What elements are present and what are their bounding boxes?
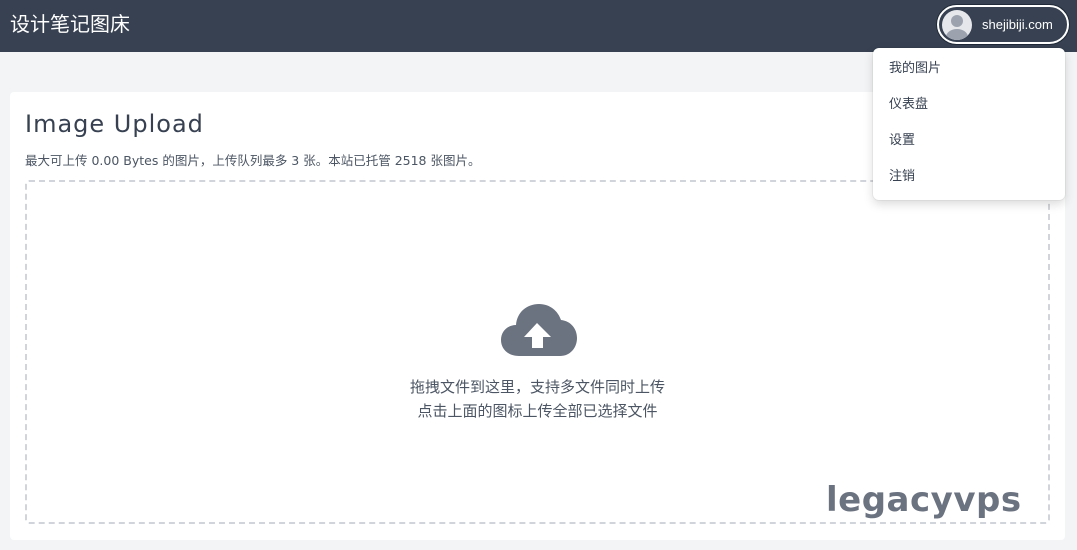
upload-limits-text: 最大可上传 0.00 Bytes 的图片，上传队列最多 3 张。本站已托管 25… (25, 153, 481, 168)
upload-dropzone[interactable]: 拖拽文件到这里，支持多文件同时上传 点击上面的图标上传全部已选择文件 (25, 180, 1050, 524)
menu-item-logout[interactable]: 注销 (873, 164, 1065, 200)
page-title: Image Upload (25, 110, 204, 138)
user-avatar-icon (946, 14, 968, 40)
menu-item-settings[interactable]: 设置 (873, 128, 1065, 164)
menu-item-my-images[interactable]: 我的图片 (873, 56, 1065, 92)
user-dropdown-menu: 我的图片 仪表盘 设置 注销 (873, 48, 1065, 200)
watermark-logo: legacyvps (826, 480, 1022, 520)
dropzone-hint-secondary: 点击上面的图标上传全部已选择文件 (417, 402, 658, 420)
top-navbar: 设计笔记图床 shejibiji.com (0, 0, 1077, 52)
dropzone-hint: 拖拽文件到这里，支持多文件同时上传 (409, 378, 665, 396)
avatar (942, 9, 972, 40)
menu-item-dashboard[interactable]: 仪表盘 (873, 92, 1065, 128)
user-name: shejibiji.com (982, 17, 1053, 32)
site-brand[interactable]: 设计笔记图床 (10, 12, 130, 36)
cloud-upload-icon[interactable] (499, 298, 579, 358)
user-menu-button[interactable]: shejibiji.com (937, 5, 1069, 44)
